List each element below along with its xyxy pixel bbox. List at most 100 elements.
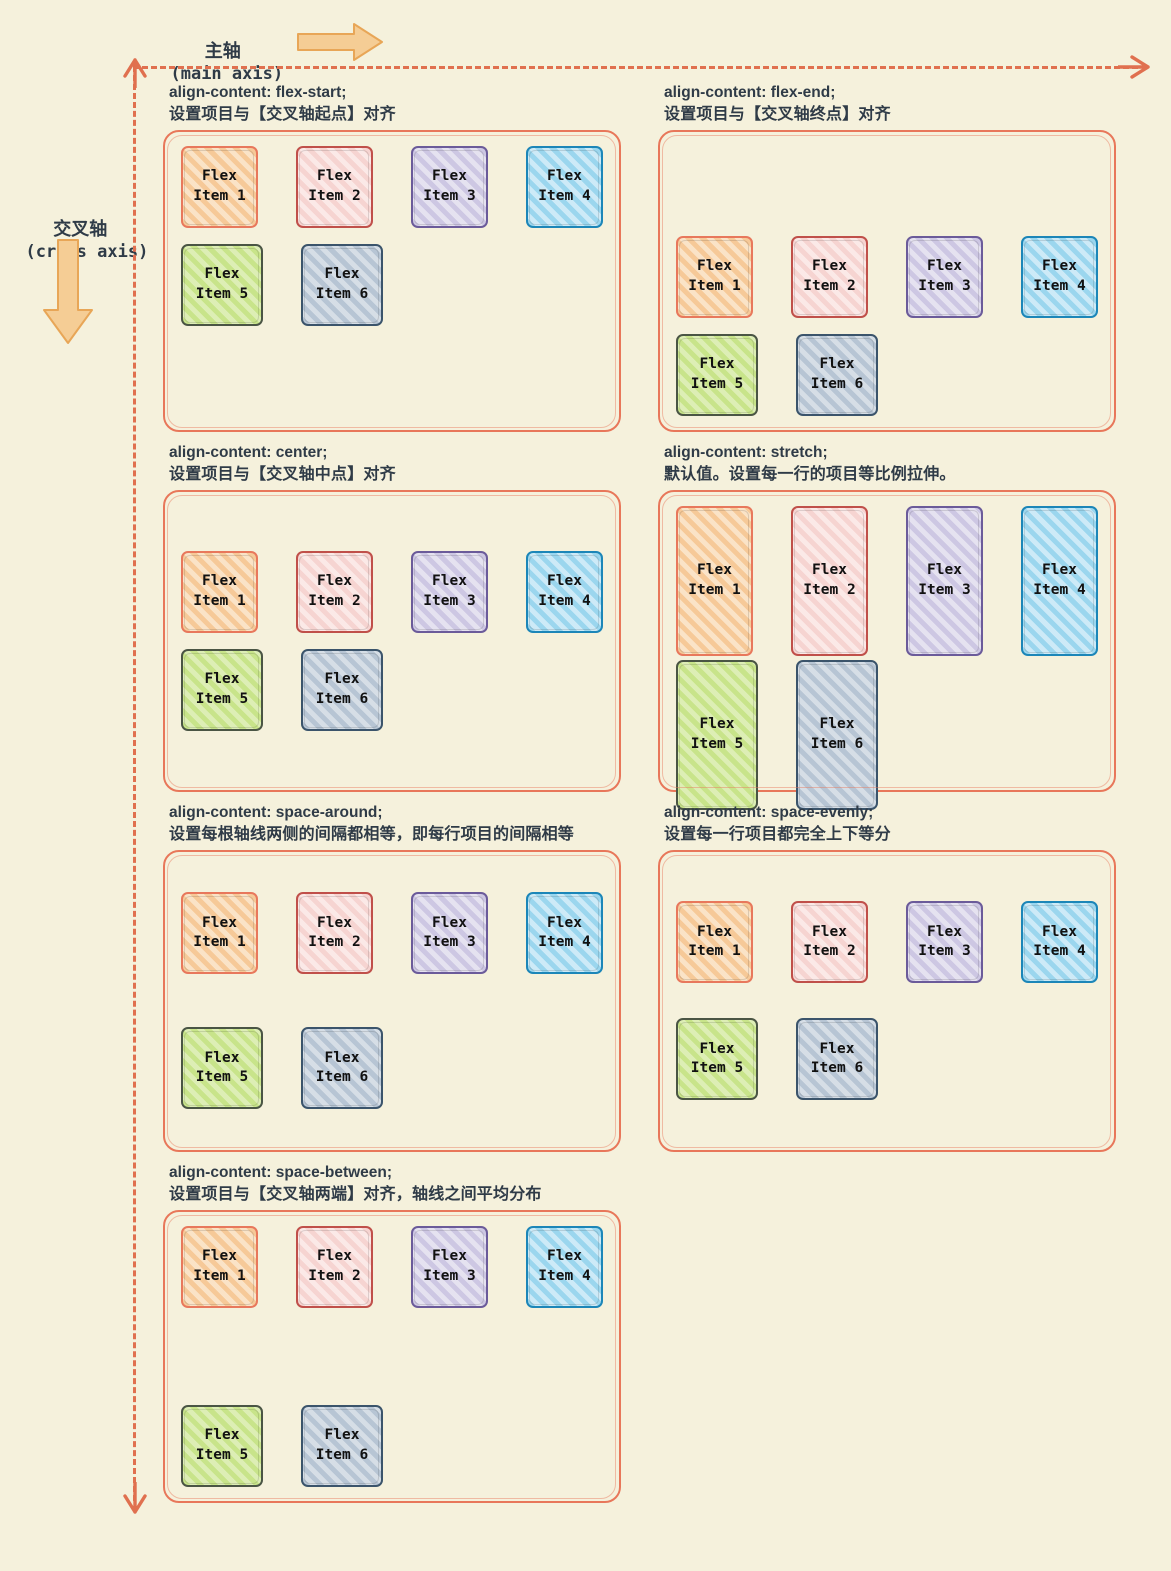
flex-item-5[interactable]: Flex Item 5 (181, 648, 263, 731)
flex-item-line2: Item 4 (1033, 942, 1086, 959)
flex-item-6[interactable]: Flex Item 6 (301, 1027, 383, 1110)
flex-item-1[interactable]: Flex Item 1 (181, 1225, 258, 1308)
flex-item-4[interactable]: Flex Item 4 (1021, 505, 1098, 656)
flex-item-2[interactable]: Flex Item 2 (296, 145, 373, 228)
flex-item-line1: Flex (819, 356, 855, 373)
flex-item-line1: Flex (812, 923, 847, 940)
flex-item-4[interactable]: Flex Item 4 (1021, 900, 1098, 983)
flex-line-1: Flex Item 1 Flex Item 2 Flex Item 3 Flex… (181, 550, 603, 633)
flex-item-2[interactable]: Flex Item 2 (791, 235, 868, 318)
main-axis-label-cn: 主轴 (204, 41, 241, 63)
flex-line-2: Flex Item 5 Flex Item 6 (181, 1027, 603, 1110)
panel-desc-label: 设置每根轴线两侧的间隔都相等，即每行项目的间隔相等 (169, 824, 575, 844)
flex-item-line1: Flex (699, 1041, 735, 1058)
flex-item-1[interactable]: Flex Item 1 (676, 235, 753, 318)
flex-item-line1: Flex (699, 356, 735, 373)
flex-item-6[interactable]: Flex Item 6 (301, 1404, 383, 1487)
flex-container-flex-start: Flex Item 1 Flex Item 2 Flex Item 3 Flex… (163, 129, 621, 432)
flex-item-line2: Item 2 (308, 592, 361, 609)
panel-desc-label: 设置每一行项目都完全上下等分 (664, 824, 891, 844)
flex-line-1: Flex Item 1 Flex Item 2 Flex Item 3 Flex… (676, 235, 1098, 318)
flex-item-6[interactable]: Flex Item 6 (796, 1018, 878, 1101)
flex-line-2: Flex Item 5 Flex Item 6 (676, 333, 1098, 416)
flex-item-line1: Flex (547, 914, 582, 931)
flex-item-line1: Flex (204, 1427, 240, 1444)
flex-item-2[interactable]: Flex Item 2 (296, 892, 373, 975)
flex-item-5[interactable]: Flex Item 5 (676, 659, 758, 810)
flex-line-2: Flex Item 5 Flex Item 6 (181, 648, 603, 731)
flex-item-line2: Item 2 (308, 1267, 361, 1284)
flex-item-6[interactable]: Flex Item 6 (796, 659, 878, 810)
flex-item-line2: Item 1 (193, 187, 246, 204)
flex-item-6[interactable]: Flex Item 6 (301, 243, 383, 326)
arrow-down-icon (43, 239, 93, 344)
flex-item-1[interactable]: Flex Item 1 (181, 550, 258, 633)
panel-code-label: align-content: space-around; (169, 804, 383, 821)
guide-arrow-up-icon (123, 58, 147, 88)
flex-item-line1: Flex (317, 914, 352, 931)
flex-item-4[interactable]: Flex Item 4 (526, 145, 603, 228)
flex-item-line1: Flex (927, 923, 962, 940)
flex-item-3[interactable]: Flex Item 3 (906, 235, 983, 318)
flex-item-1[interactable]: Flex Item 1 (181, 145, 258, 228)
panel-title: align-content: flex-start; 设置项目与【交叉轴起点】对… (169, 83, 621, 125)
flex-item-line2: Item 4 (1033, 581, 1086, 598)
flex-item-line2: Item 6 (315, 1446, 369, 1463)
flex-item-line2: Item 3 (423, 1267, 476, 1284)
flex-item-line1: Flex (202, 573, 237, 590)
flex-item-3[interactable]: Flex Item 3 (411, 892, 488, 975)
flex-item-line1: Flex (204, 1049, 240, 1066)
flex-item-3[interactable]: Flex Item 3 (411, 1225, 488, 1308)
flex-item-5[interactable]: Flex Item 5 (676, 1018, 758, 1101)
flex-item-line2: Item 5 (195, 285, 249, 302)
flex-item-5[interactable]: Flex Item 5 (181, 1404, 263, 1487)
flex-item-5[interactable]: Flex Item 5 (181, 1027, 263, 1110)
flex-item-line1: Flex (317, 168, 352, 185)
panel-center: align-content: center; 设置项目与【交叉轴中点】对齐 Fl… (163, 443, 621, 792)
flex-item-line1: Flex (697, 258, 732, 275)
flex-item-6[interactable]: Flex Item 6 (301, 648, 383, 731)
panel-flex-end: align-content: flex-end; 设置项目与【交叉轴终点】对齐 … (658, 83, 1116, 432)
flex-item-line1: Flex (324, 266, 360, 283)
flex-item-line1: Flex (1042, 258, 1077, 275)
panel-code-label: align-content: stretch; (664, 444, 828, 461)
main-axis-label: 主轴 (main axis) (150, 20, 283, 85)
flex-item-1[interactable]: Flex Item 1 (181, 892, 258, 975)
flex-line-1: Flex Item 1 Flex Item 2 Flex Item 3 Flex… (181, 892, 603, 975)
flex-item-3[interactable]: Flex Item 3 (906, 900, 983, 983)
flex-item-line2: Item 5 (195, 1069, 249, 1086)
flex-item-6[interactable]: Flex Item 6 (796, 333, 878, 416)
flex-item-line2: Item 3 (918, 942, 971, 959)
flex-item-4[interactable]: Flex Item 4 (526, 892, 603, 975)
flex-item-line2: Item 5 (195, 690, 249, 707)
flex-item-4[interactable]: Flex Item 4 (526, 1225, 603, 1308)
flex-container-center: Flex Item 1 Flex Item 2 Flex Item 3 Flex… (163, 489, 621, 792)
panel-code-label: align-content: space-evenly; (664, 804, 874, 821)
flex-item-line2: Item 3 (423, 934, 476, 951)
flex-line-2: Flex Item 5 Flex Item 6 (181, 243, 603, 326)
flex-item-2[interactable]: Flex Item 2 (791, 505, 868, 656)
flex-item-line1: Flex (432, 1248, 467, 1265)
flex-item-line1: Flex (819, 716, 855, 733)
flex-item-line1: Flex (812, 562, 847, 579)
flex-item-3[interactable]: Flex Item 3 (411, 145, 488, 228)
flex-item-2[interactable]: Flex Item 2 (296, 550, 373, 633)
flex-item-2[interactable]: Flex Item 2 (791, 900, 868, 983)
flex-item-4[interactable]: Flex Item 4 (1021, 235, 1098, 318)
guide-arrow-down-icon (123, 1482, 147, 1514)
flex-item-5[interactable]: Flex Item 5 (676, 333, 758, 416)
flex-item-2[interactable]: Flex Item 2 (296, 1225, 373, 1308)
panel-desc-label: 设置项目与【交叉轴终点】对齐 (664, 104, 891, 124)
flex-item-4[interactable]: Flex Item 4 (526, 550, 603, 633)
flex-item-line1: Flex (1042, 562, 1077, 579)
flex-item-3[interactable]: Flex Item 3 (906, 505, 983, 656)
flex-item-line2: Item 6 (810, 375, 864, 392)
flex-item-1[interactable]: Flex Item 1 (676, 900, 753, 983)
flex-item-line1: Flex (547, 573, 582, 590)
arrow-right-icon (297, 23, 383, 61)
flex-item-1[interactable]: Flex Item 1 (676, 505, 753, 656)
flex-item-line2: Item 1 (688, 581, 741, 598)
flex-item-3[interactable]: Flex Item 3 (411, 550, 488, 633)
flex-item-line1: Flex (324, 1427, 360, 1444)
flex-item-5[interactable]: Flex Item 5 (181, 243, 263, 326)
